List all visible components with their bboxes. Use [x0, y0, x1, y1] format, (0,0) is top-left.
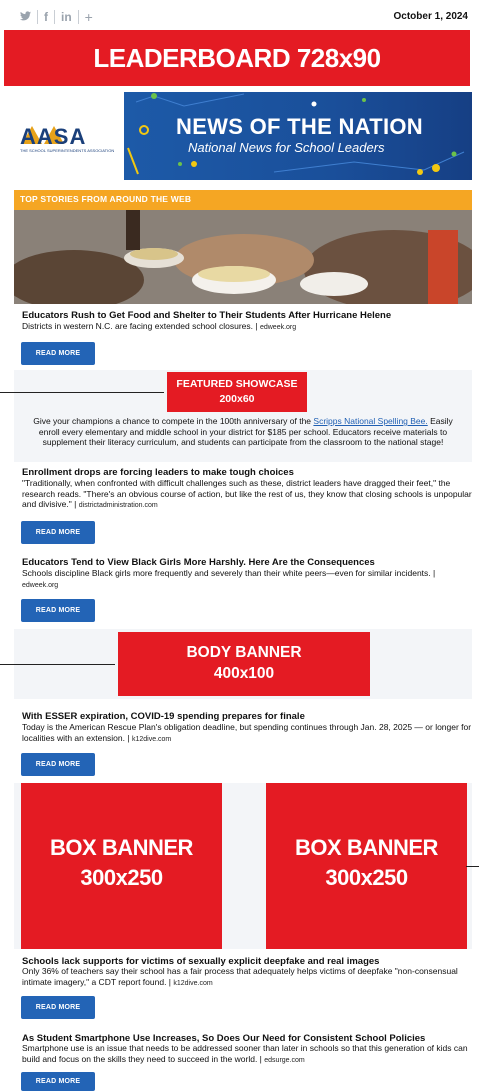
logo-wordmark: AASA	[20, 124, 87, 149]
read-more-button[interactable]: READ MORE	[21, 599, 95, 622]
masthead-title: NEWS OF THE NATION	[176, 114, 423, 139]
masthead: AASA THE SCHOOL SUPERINTENDENTS ASSOCIAT…	[14, 92, 472, 180]
linkedin-icon[interactable]: in	[55, 9, 78, 25]
story-title[interactable]: Educators Rush to Get Food and Shelter t…	[22, 310, 472, 321]
story-description: Districts in western N.C. are facing ext…	[22, 321, 472, 334]
divider	[466, 866, 479, 867]
section-header: TOP STORIES FROM AROUND THE WEB	[14, 190, 472, 210]
hero-image[interactable]	[14, 210, 472, 304]
aasa-logo[interactable]: AASA THE SCHOOL SUPERINTENDENTS ASSOCIAT…	[14, 92, 124, 180]
ad-label: BODY BANNER	[186, 644, 302, 661]
story-source[interactable]: edweek.org	[22, 582, 58, 589]
story-source[interactable]: k12dive.com	[173, 980, 212, 987]
read-more-button[interactable]: READ MORE	[21, 342, 95, 365]
masthead-banner: NEWS OF THE NATION National News for Sch…	[124, 92, 472, 180]
body-banner-ad[interactable]: BODY BANNER 400x100	[118, 632, 370, 696]
divider	[0, 664, 115, 665]
story-summary: Today is the American Rescue Plan's obli…	[22, 722, 472, 743]
story-summary: Districts in western N.C. are facing ext…	[22, 321, 258, 331]
story-summary: Smartphone use is an issue that needs to…	[22, 1043, 468, 1064]
story-description: "Traditionally, when confronted with dif…	[22, 478, 472, 512]
section-header-label: TOP STORIES FROM AROUND THE WEB	[20, 194, 192, 204]
facebook-icon[interactable]: f	[38, 9, 54, 25]
story-source[interactable]: edsurge.com	[264, 1057, 304, 1064]
divider	[0, 392, 164, 393]
masthead-subtitle: National News for School Leaders	[188, 140, 385, 155]
leaderboard-ad[interactable]: LEADERBOARD 728x90	[4, 30, 470, 86]
social-links: f in +	[14, 9, 99, 25]
story-summary: Only 36% of teachers say their school ha…	[22, 966, 458, 987]
logo-tagline: THE SCHOOL SUPERINTENDENTS ASSOCIATION	[20, 148, 115, 153]
ad-size: 300x250	[325, 865, 408, 890]
story-title[interactable]: Educators Tend to View Black Girls More …	[22, 557, 472, 568]
ad-size: 400x100	[213, 665, 275, 682]
story-title[interactable]: Enrollment drops are forcing leaders to …	[22, 467, 472, 478]
story-source[interactable]: districtadministration.com	[79, 502, 158, 509]
story-description: Smartphone use is an issue that needs to…	[22, 1043, 472, 1066]
story-source[interactable]: edweek.org	[260, 324, 296, 331]
showcase-text-before: Give your champions a chance to compete …	[33, 416, 314, 426]
story-source[interactable]: k12dive.com	[132, 736, 171, 743]
story-description: Only 36% of teachers say their school ha…	[22, 966, 472, 989]
top-bar: f in + October 1, 2024	[14, 8, 468, 28]
read-more-button[interactable]: READ MORE	[21, 753, 95, 776]
spelling-bee-link[interactable]: Scripps National Spelling Bee.	[313, 416, 427, 426]
read-more-button[interactable]: READ MORE	[21, 1072, 95, 1091]
ad-size: 300x250	[80, 865, 163, 890]
featured-showcase-ad[interactable]: FEATURED SHOWCASE 200x60	[167, 372, 307, 412]
box-banner-ad[interactable]: BOX BANNER 300x250	[266, 783, 467, 949]
ad-label: FEATURED SHOWCASE	[176, 378, 298, 390]
ad-label: BOX BANNER	[50, 835, 193, 860]
ad-size: 200x60	[219, 393, 255, 405]
ad-label: BOX BANNER	[295, 835, 438, 860]
story-description: Schools discipline Black girls more freq…	[22, 568, 472, 591]
read-more-button[interactable]: READ MORE	[21, 521, 95, 544]
leaderboard-ad-label: LEADERBOARD 728x90	[93, 42, 381, 73]
story-title[interactable]: With ESSER expiration, COVID-19 spending…	[22, 711, 472, 722]
story-description: Today is the American Rescue Plan's obli…	[22, 722, 472, 745]
plus-icon[interactable]: +	[79, 9, 99, 25]
showcase-text: Give your champions a chance to compete …	[24, 416, 462, 448]
issue-date: October 1, 2024	[393, 11, 468, 22]
story-summary: Schools discipline Black girls more freq…	[22, 568, 436, 578]
box-banner-ad[interactable]: BOX BANNER 300x250	[21, 783, 222, 949]
twitter-icon[interactable]	[14, 9, 37, 25]
read-more-button[interactable]: READ MORE	[21, 996, 95, 1019]
food-service-photo	[14, 210, 472, 304]
